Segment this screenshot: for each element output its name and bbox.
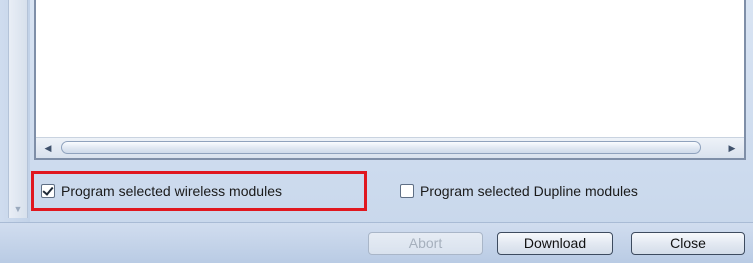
program-dupline-checkbox[interactable] <box>400 184 414 198</box>
program-wireless-label[interactable]: Program selected wireless modules <box>61 183 282 199</box>
left-gutter: ▼ <box>0 0 30 222</box>
chevron-down-icon[interactable]: ▼ <box>12 204 24 214</box>
dialog-body: ▼ ◀ ▶ Program selected wireless modules … <box>0 0 753 222</box>
program-dupline-label[interactable]: Program selected Dupline modules <box>420 183 638 199</box>
program-wireless-checkbox[interactable] <box>41 184 55 198</box>
module-list-panel[interactable]: ◀ ▶ <box>34 0 746 160</box>
abort-button[interactable]: Abort <box>368 232 483 255</box>
horizontal-scrollbar[interactable]: ◀ ▶ <box>36 137 744 158</box>
outer-vertical-scrollbar[interactable]: ▼ <box>8 0 28 218</box>
scrollbar-thumb[interactable] <box>61 141 701 154</box>
close-button[interactable]: Close <box>631 232 745 255</box>
checkmark-icon <box>42 184 54 196</box>
dialog-footer: Abort Download Close <box>0 222 753 263</box>
chevron-right-icon[interactable]: ▶ <box>722 138 742 158</box>
program-dupline-option[interactable]: Program selected Dupline modules <box>400 171 720 211</box>
download-button[interactable]: Download <box>497 232 613 255</box>
chevron-left-icon[interactable]: ◀ <box>38 138 58 158</box>
program-wireless-option[interactable]: Program selected wireless modules <box>31 171 367 211</box>
